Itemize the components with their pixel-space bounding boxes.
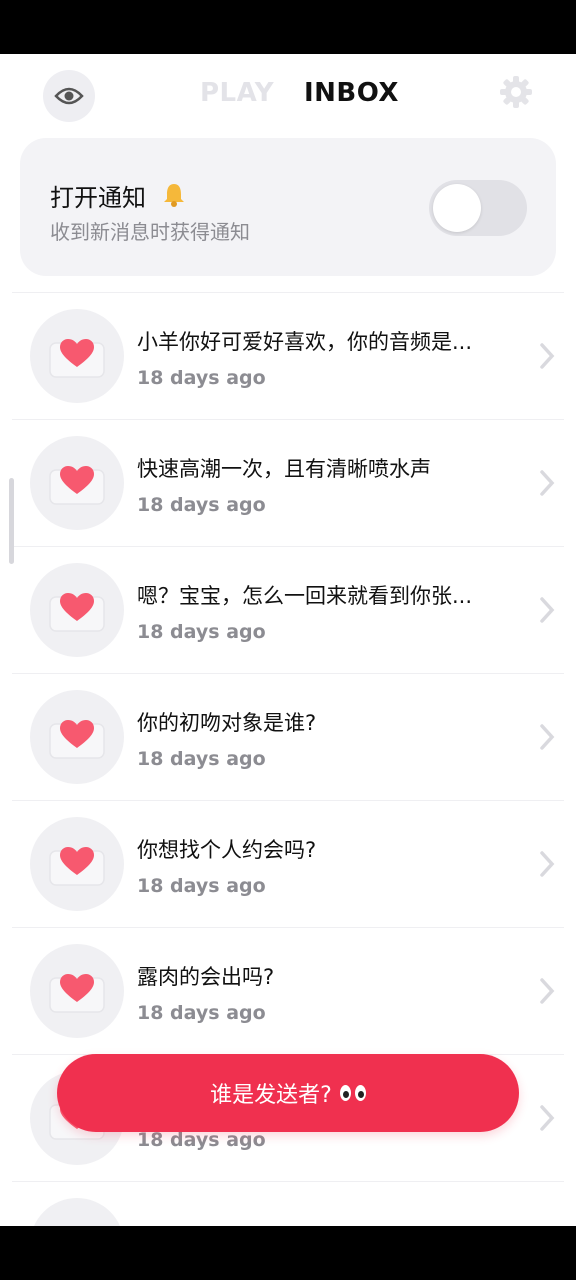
list-item[interactable]: 快速高潮一次，且有清晰喷水声 18 days ago [12, 420, 564, 547]
eye-button[interactable] [43, 70, 95, 122]
chevron-right-icon [540, 1105, 555, 1131]
message-time: 18 days ago [137, 1002, 266, 1024]
who-sent-button[interactable]: 谁是发送者? [57, 1054, 519, 1132]
message-title: 嗯？宝宝，怎么一回来就看到你张... [137, 584, 473, 608]
list-item[interactable]: 小羊你好可爱好喜欢，你的音频是... 18 days ago [12, 293, 564, 420]
envelope-avatar [30, 563, 124, 657]
message-time: 18 days ago [137, 1129, 266, 1151]
envelope-avatar [30, 309, 124, 403]
tab-inbox[interactable]: INBOX [304, 78, 399, 108]
eyes-icon [339, 1085, 366, 1101]
envelope-avatar [30, 690, 124, 784]
heart-envelope-icon [49, 974, 105, 1013]
list-item[interactable]: 嗯？宝宝，怎么一回来就看到你张... 18 days ago [12, 547, 564, 674]
heart-envelope-icon [49, 593, 105, 632]
chevron-right-icon [540, 343, 555, 369]
scrollbar[interactable] [9, 478, 14, 564]
message-title: 快速高潮一次，且有清晰喷水声 [137, 457, 431, 481]
envelope-avatar [30, 944, 124, 1038]
eye-icon [54, 87, 84, 105]
envelope-avatar [30, 436, 124, 530]
message-time: 18 days ago [137, 494, 266, 516]
tab-play[interactable]: PLAY [200, 78, 274, 108]
message-title: 露肉的会出吗? [137, 965, 275, 989]
list-item[interactable]: 你想找个人约会吗? 18 days ago [12, 801, 564, 928]
app-screen: PLAY INBOX 打开通知 收到新消息时获得通知 小羊你好可爱好喜欢，你的音… [0, 54, 576, 1226]
system-bar [0, 1226, 576, 1280]
message-title: 小羊你好可爱好喜欢，你的音频是... [137, 330, 473, 354]
message-time: 18 days ago [137, 621, 266, 643]
chevron-right-icon [540, 597, 555, 623]
bell-icon [163, 184, 184, 207]
message-time: 18 days ago [137, 875, 266, 897]
list-item[interactable]: 露肉的会出吗? 18 days ago [12, 928, 564, 1055]
notification-toggle[interactable] [429, 180, 527, 236]
gear-icon [500, 76, 532, 108]
message-title: 你想找个人约会吗? [137, 838, 317, 862]
top-bar: PLAY INBOX [0, 54, 576, 138]
heart-envelope-icon [49, 720, 105, 759]
notification-title: 打开通知 [50, 178, 186, 213]
who-sent-label: 谁是发送者? [210, 1083, 332, 1108]
settings-button[interactable] [498, 74, 534, 114]
list-item[interactable]: 你的初吻对象是谁? 18 days ago [12, 674, 564, 801]
notification-card: 打开通知 收到新消息时获得通知 [20, 138, 556, 276]
list-item[interactable] [12, 1182, 564, 1226]
toggle-knob [433, 184, 481, 232]
heart-envelope-icon [49, 339, 105, 378]
envelope-avatar [30, 817, 124, 911]
chevron-right-icon [540, 978, 555, 1004]
notification-subtitle: 收到新消息时获得通知 [50, 220, 250, 244]
notification-title-text: 打开通知 [50, 184, 146, 212]
heart-envelope-icon [49, 466, 105, 505]
chevron-right-icon [540, 851, 555, 877]
chevron-right-icon [540, 470, 555, 496]
envelope-avatar [30, 1198, 124, 1226]
heart-envelope-icon [49, 847, 105, 886]
chevron-right-icon [540, 724, 555, 750]
message-time: 18 days ago [137, 367, 266, 389]
message-title: 你的初吻对象是谁? [137, 711, 317, 735]
message-time: 18 days ago [137, 748, 266, 770]
